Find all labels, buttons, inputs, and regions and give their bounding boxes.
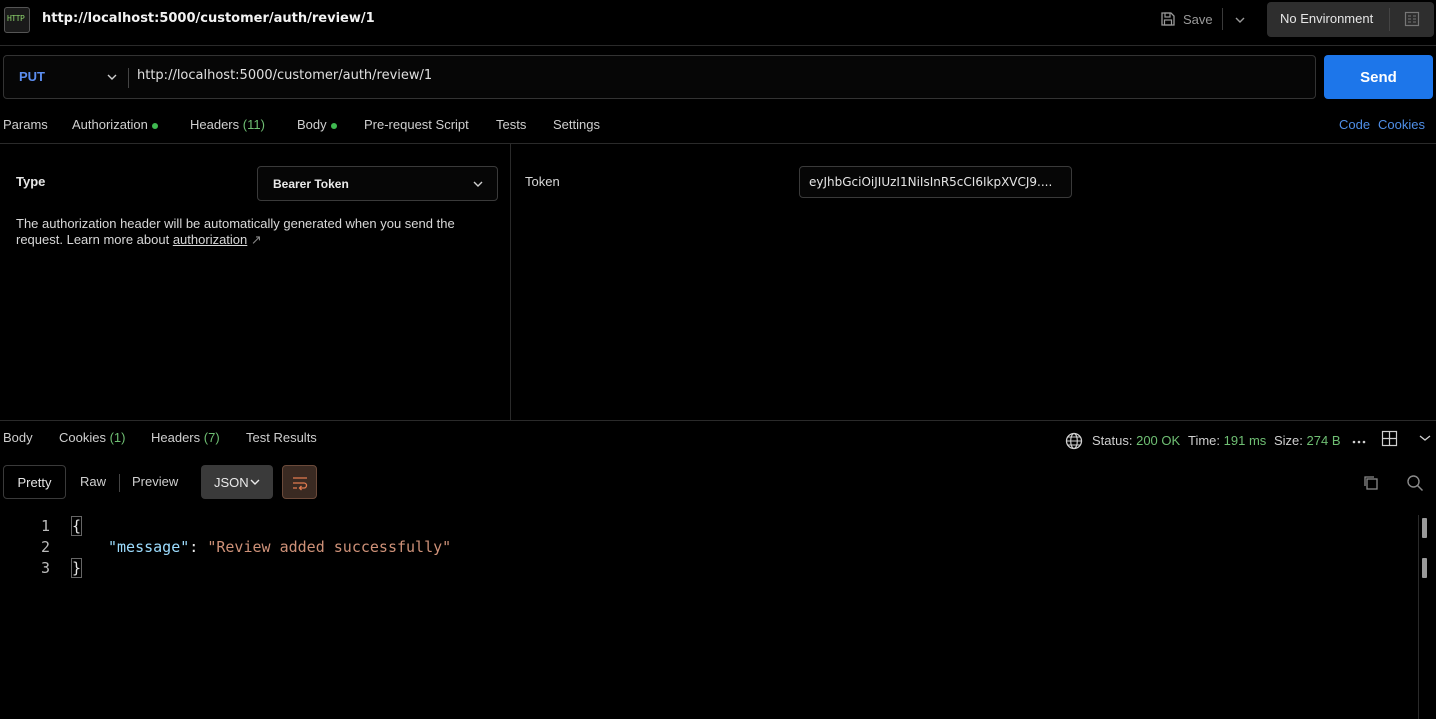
wrap-lines-button[interactable] [282,465,317,499]
status-readout[interactable]: Status: 200 OK [1092,433,1180,448]
method-selector[interactable]: PUT [19,69,45,84]
chevron-down-icon[interactable] [1417,430,1433,446]
copy-icon[interactable] [1362,474,1380,492]
environment-quick-look-icon[interactable] [1404,11,1420,27]
token-input[interactable]: eyJhbGciOiJIUzI1NiIsInR5cCI6IkpXVCJ9.... [799,166,1072,198]
json-open-brace: { [70,516,83,536]
response-tab-body[interactable]: Body [3,430,33,445]
pretty-view-button[interactable]: Pretty [3,465,66,499]
preview-view-button[interactable]: Preview [132,474,178,489]
environment-label: No Environment [1280,11,1374,26]
code-line: 2 "message": "Review added successfully" [0,538,1418,559]
search-icon[interactable] [1406,474,1424,492]
response-view-bar: Pretty Raw Preview JSON [0,463,1436,503]
size-value: 274 B [1306,433,1341,448]
code-line: 1 { [0,516,1418,538]
code-link[interactable]: Code [1339,117,1370,132]
http-request-icon: HTTP [4,7,30,33]
title-bar: HTTP http://localhost:5000/customer/auth… [0,0,1436,46]
headers-count: (7) [203,430,220,445]
divider [128,68,129,88]
authorization-doc-link[interactable]: authorization [173,232,247,247]
scrollbar-marker [1422,518,1427,538]
divider [1389,8,1390,31]
save-options-chevron-down-icon[interactable] [1232,12,1248,28]
response-tabs: Body Cookies (1) Headers (7) Test Result… [0,421,1436,457]
external-link-icon: ↗ [250,232,262,247]
headers-count: (11) [242,117,265,132]
size-readout[interactable]: Size: 274 B [1274,433,1341,448]
save-icon [1161,12,1175,26]
active-indicator-dot [330,122,337,129]
tab-params[interactable]: Params [3,117,48,132]
response-tab-test-results[interactable]: Test Results [246,430,317,445]
response-tab-cookies[interactable]: Cookies (1) [59,430,125,445]
tab-body[interactable]: Body [297,117,337,132]
request-tabs: Params Authorization Headers (11) Body P… [0,110,1436,144]
format-value: JSON [214,475,249,490]
chevron-down-icon[interactable] [104,69,120,85]
save-label: Save [1183,11,1213,27]
url-bar: PUT http://localhost:5000/customer/auth/… [3,55,1316,99]
tab-settings[interactable]: Settings [553,117,600,132]
auth-type-select[interactable]: Bearer Token [257,166,498,201]
json-string-value: "Review added successfully" [207,538,452,556]
cookies-link[interactable]: Cookies [1378,117,1425,132]
auth-token-panel: Token eyJhbGciOiJIUzI1NiIsInR5cCI6IkpXVC… [512,144,1436,421]
auth-type-label: Type [16,174,46,189]
request-title[interactable]: http://localhost:5000/customer/auth/revi… [42,11,375,26]
line-number: 1 [40,517,50,535]
environment-selector[interactable]: No Environment [1267,2,1434,37]
chevron-down-icon [250,479,260,485]
line-number: 2 [40,538,50,556]
json-close-brace: } [70,558,83,578]
auth-type-value: Bearer Token [273,177,349,191]
time-value: 191 ms [1223,433,1267,448]
response-body-viewer[interactable]: 1 { 2 "message": "Review added successfu… [0,515,1418,719]
globe-icon[interactable] [1065,432,1083,450]
divider [1222,8,1223,30]
line-number: 3 [40,559,50,577]
send-button[interactable]: Send [1324,55,1433,99]
chevron-down-icon [473,181,483,187]
tab-prerequest-script[interactable]: Pre-request Script [364,117,469,132]
json-key: "message" [108,538,190,556]
auth-type-panel: Type Bearer Token The authorization head… [0,144,511,421]
active-indicator-dot [151,122,158,129]
status-value: 200 OK [1136,433,1181,448]
divider [119,474,120,492]
time-readout[interactable]: Time: 191 ms [1188,433,1266,448]
code-line: 3 } [0,558,1418,580]
scrollbar-marker [1422,558,1427,578]
layout-toggle-icon[interactable] [1381,430,1398,447]
tab-tests[interactable]: Tests [496,117,526,132]
auth-description: The authorization header will be automat… [16,216,455,247]
save-button[interactable]: Save [1160,9,1213,29]
response-tab-headers[interactable]: Headers (7) [151,430,220,445]
json-colon: : [189,538,208,556]
tab-authorization[interactable]: Authorization [72,117,158,132]
format-select[interactable]: JSON [201,465,273,499]
scrollbar-track[interactable] [1418,515,1419,719]
token-label: Token [525,174,560,189]
wrap-lines-icon [293,477,308,491]
url-input[interactable]: http://localhost:5000/customer/auth/revi… [137,68,432,83]
tab-headers[interactable]: Headers (11) [190,117,265,132]
raw-view-button[interactable]: Raw [80,474,106,489]
cookies-count: (1) [109,430,126,445]
more-options-icon[interactable] [1351,433,1367,449]
